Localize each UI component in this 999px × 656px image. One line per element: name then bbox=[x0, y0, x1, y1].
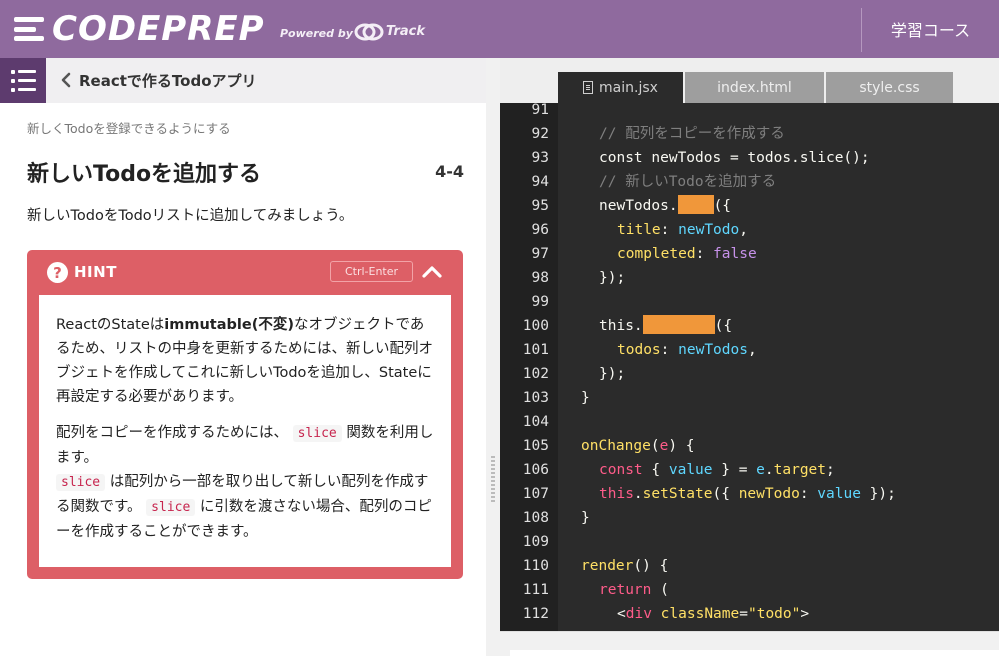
code-line: 103} bbox=[522, 390, 590, 406]
code-line: 98}); bbox=[531, 270, 626, 286]
lesson-description: 新しいTodoをTodoリストに追加してみましょう。 bbox=[27, 208, 354, 224]
course-title-link[interactable]: Reactで作るTodoアプリ bbox=[79, 70, 257, 91]
tab-main-jsx[interactable]: main.jsx bbox=[558, 72, 683, 103]
code-line: 111 return ( bbox=[522, 582, 669, 598]
hint-body: ReactのStateはimmutable(不変)なオブジェクトであるため、リス… bbox=[39, 295, 451, 567]
code-line: 101 todos: newTodos, bbox=[522, 342, 757, 358]
code-line: 95 newTodos.({ bbox=[500, 194, 999, 218]
question-icon: ? bbox=[47, 262, 68, 283]
code-line: 97 completed: false bbox=[531, 246, 757, 262]
code-line: 108} bbox=[522, 510, 590, 526]
code-line: 91 bbox=[531, 103, 549, 118]
app-header: CODEPREP Powered by Track 学習コース bbox=[0, 0, 999, 58]
hint-panel: ? HINT Ctrl-Enter ReactのStateはimmutable(… bbox=[27, 250, 463, 579]
list-icon bbox=[10, 69, 36, 74]
powered-by-label: Powered by bbox=[280, 27, 353, 40]
lesson-panel: Reactで作るTodoアプリ 新しくTodoを登録できるようにする 新しいTo… bbox=[0, 58, 486, 656]
lesson-subtitle: 新しくTodoを登録できるようにする bbox=[27, 121, 231, 136]
file-tabs: main.jsx index.html style.css bbox=[500, 58, 999, 103]
pane-splitter[interactable] bbox=[486, 58, 500, 656]
hint-label: HINT bbox=[74, 263, 117, 281]
track-logo-icon bbox=[354, 23, 384, 41]
menu-button[interactable] bbox=[0, 58, 46, 103]
answer-blank[interactable] bbox=[677, 195, 714, 214]
tab-index-html[interactable]: index.html bbox=[685, 72, 824, 103]
hint-paragraph: 配列をコピーを作成するためには、 slice 関数を利用します。 slice は配… bbox=[56, 425, 434, 540]
drag-handle-icon bbox=[491, 456, 495, 502]
code-line: 107 this.setState({ newTodo: value }); bbox=[522, 486, 896, 502]
code-line: 102}); bbox=[522, 366, 626, 382]
code-editor: main.jsx index.html style.css 91 92// 配列… bbox=[500, 58, 999, 656]
lesson-title: 新しいTodoを追加する bbox=[27, 162, 262, 187]
codeprep-logo[interactable]: CODEPREP bbox=[14, 9, 265, 49]
code-line: 106 const { value } = e.target; bbox=[522, 462, 835, 478]
lesson-number: 4-4 bbox=[435, 162, 464, 181]
shortcut-badge: Ctrl-Enter bbox=[330, 261, 413, 282]
code-inline: slice bbox=[292, 425, 342, 442]
code-area[interactable]: 91 92// 配列をコピーを作成する 93 const newTodos = t… bbox=[500, 103, 999, 631]
course-list-link[interactable]: 学習コース bbox=[862, 0, 999, 58]
tab-style-css[interactable]: style.css bbox=[826, 72, 953, 103]
code-line: 92// 配列をコピーを作成する bbox=[531, 126, 785, 142]
code-line: 105 onChange(e) { bbox=[522, 438, 695, 454]
logo-text: CODEPREP bbox=[52, 9, 265, 49]
code-lines: 91 92// 配列をコピーを作成する 93 const newTodos = t… bbox=[500, 103, 999, 631]
code-line: 93 const newTodos = todos.slice(); bbox=[531, 150, 870, 166]
code-line: 99 bbox=[531, 294, 549, 310]
code-line: 110 render() { bbox=[522, 558, 669, 574]
chevron-left-icon[interactable] bbox=[60, 72, 72, 88]
track-label: Track bbox=[386, 24, 425, 39]
code-inline: slice bbox=[146, 499, 196, 516]
code-line: 109 bbox=[522, 534, 549, 550]
editor-footer bbox=[500, 631, 999, 656]
code-line: 100 this.({ bbox=[500, 314, 999, 338]
code-line: 94// 新しいTodoを追加する bbox=[531, 174, 777, 190]
hint-paragraph: ReactのStateはimmutable(不変)なオブジェクトであるため、リス… bbox=[56, 317, 433, 405]
file-icon bbox=[583, 81, 594, 94]
chevron-up-icon[interactable] bbox=[421, 261, 443, 283]
code-inline: slice bbox=[56, 474, 106, 491]
answer-blank[interactable] bbox=[642, 315, 715, 334]
breadcrumb-bar: Reactで作るTodoアプリ bbox=[0, 58, 486, 103]
code-line: 96 title: newTodo, bbox=[531, 222, 748, 238]
code-line: 112 <div className="todo"> bbox=[522, 606, 810, 622]
logo-mark-icon bbox=[14, 14, 48, 44]
code-line: 104 bbox=[522, 414, 549, 430]
